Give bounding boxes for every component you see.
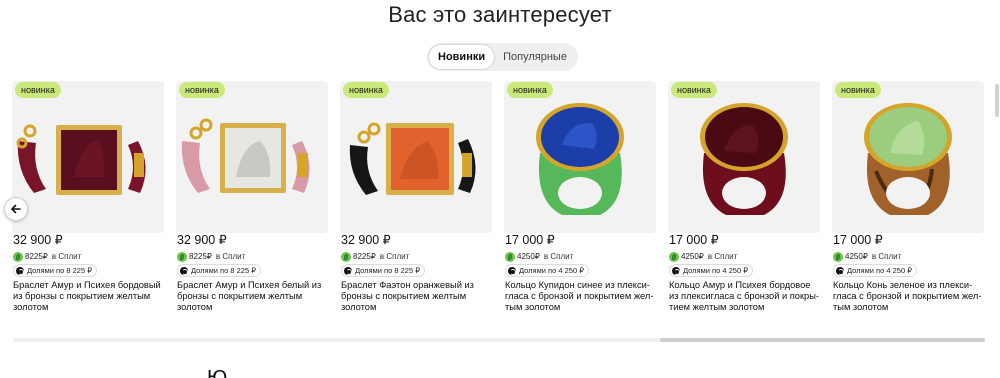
installment-badge[interactable]: Долями по 4 250 ₽ — [505, 264, 589, 277]
product-image[interactable]: новинка — [504, 81, 656, 233]
product-title[interactable]: Браслет Фаэтон оранжевый из бронзы с пок… — [341, 280, 493, 313]
product-title[interactable]: Кольцо Купидон синее из плекси-гласа с б… — [505, 280, 657, 313]
installment-badge[interactable]: Долями по 4 250 ₽ — [833, 264, 917, 277]
cashback-leaf-icon — [505, 251, 515, 262]
new-badge: новинка — [15, 82, 61, 98]
product-card[interactable]: новинка 32 900 ₽ 8225₽ в Сплит Долями по… — [12, 81, 164, 321]
installment-text: Долями по 8 225 ₽ — [355, 266, 420, 275]
split-label: в Сплит — [543, 252, 574, 261]
cashback-leaf-icon — [833, 251, 843, 262]
split-label: в Сплит — [51, 252, 82, 261]
installment-text: Долями по 8 225 ₽ — [191, 266, 256, 275]
cashback-amount: 4250₽ — [517, 252, 540, 261]
split-label: в Сплит — [871, 252, 902, 261]
product-image[interactable]: новинка — [832, 81, 984, 233]
product-card[interactable]: новинка 32 900 ₽ 8225₽ в Сплит Долями по… — [340, 81, 492, 321]
product-carousel: новинка 32 900 ₽ 8225₽ в Сплит Долями по… — [12, 81, 1000, 321]
product-image[interactable]: новинка — [668, 81, 820, 233]
cashback-info: 8225₽ в Сплит — [341, 251, 409, 262]
product-price: 17 000 ₽ — [669, 233, 719, 247]
next-section-heading: Ю — [207, 368, 227, 378]
product-title[interactable]: Кольцо Амур и Психея бордовое из плексиг… — [669, 280, 821, 313]
product-price: 32 900 ₽ — [13, 233, 63, 247]
tab-popular[interactable]: Популярные — [494, 45, 576, 69]
cashback-leaf-icon — [13, 251, 23, 262]
dolyami-icon — [344, 266, 352, 275]
dolyami-icon — [180, 266, 188, 275]
product-card[interactable]: новинка 17 000 ₽ 4250₽ в Сплит Долями по… — [832, 81, 984, 321]
product-image[interactable]: новинка — [340, 81, 492, 233]
installment-text: Долями по 8 225 ₽ — [27, 266, 92, 275]
installment-text: Долями по 4 250 ₽ — [683, 266, 748, 275]
cashback-amount: 8225₽ — [353, 252, 376, 261]
cashback-leaf-icon — [669, 251, 679, 262]
product-card[interactable]: новинка 17 000 ₽ 4250₽ в Сплит Долями по… — [668, 81, 820, 321]
split-label: в Сплит — [707, 252, 738, 261]
carousel-scrollbar[interactable] — [13, 338, 985, 342]
cashback-leaf-icon — [177, 251, 187, 262]
product-price: 32 900 ₽ — [177, 233, 227, 247]
product-title[interactable]: Кольцо Конь зеленое из плекси-гласа с бр… — [833, 280, 985, 313]
product-title[interactable]: Браслет Амур и Психея белый из бронзы с … — [177, 280, 329, 313]
installment-badge[interactable]: Долями по 8 225 ₽ — [177, 264, 261, 277]
product-image[interactable]: новинка — [12, 81, 164, 233]
installment-text: Долями по 4 250 ₽ — [847, 266, 912, 275]
product-card[interactable]: новинка 17 000 ₽ 4250₽ в Сплит Долями по… — [504, 81, 656, 321]
split-label: в Сплит — [379, 252, 410, 261]
installment-badge[interactable]: Долями по 8 225 ₽ — [13, 264, 97, 277]
cashback-info: 8225₽ в Сплит — [13, 251, 81, 262]
dolyami-icon — [672, 266, 680, 275]
product-title[interactable]: Браслет Амур и Психея бордовый из бронзы… — [13, 280, 165, 313]
section-title: Вас это заинтересует — [388, 2, 612, 27]
cashback-amount: 8225₽ — [189, 252, 212, 261]
tab-new[interactable]: Новинки — [429, 45, 495, 69]
dolyami-icon — [836, 266, 844, 275]
dolyami-icon — [16, 266, 24, 275]
tab-switcher: Новинки Популярные — [427, 43, 578, 71]
installment-badge[interactable]: Долями по 8 225 ₽ — [341, 264, 425, 277]
new-badge: новинка — [343, 82, 389, 98]
product-card[interactable]: новинка 32 900 ₽ 8225₽ в Сплит Долями по… — [176, 81, 328, 321]
product-price: 17 000 ₽ — [833, 233, 883, 247]
installment-badge[interactable]: Долями по 4 250 ₽ — [669, 264, 753, 277]
split-label: в Сплит — [215, 252, 246, 261]
product-price: 32 900 ₽ — [341, 233, 391, 247]
arrow-left-icon — [11, 204, 21, 214]
new-badge: новинка — [179, 82, 225, 98]
new-badge: новинка — [835, 82, 881, 98]
cashback-amount: 8225₽ — [25, 252, 48, 261]
new-badge: новинка — [507, 82, 553, 98]
installment-text: Долями по 4 250 ₽ — [519, 266, 584, 275]
product-price: 17 000 ₽ — [505, 233, 555, 247]
product-image[interactable]: новинка — [176, 81, 328, 233]
page-scrollbar-thumb[interactable] — [995, 84, 999, 117]
cashback-info: 4250₽ в Сплит — [669, 251, 737, 262]
cashback-info: 8225₽ в Сплит — [177, 251, 245, 262]
new-badge: новинка — [671, 82, 717, 98]
cashback-amount: 4250₽ — [681, 252, 704, 261]
cashback-info: 4250₽ в Сплит — [833, 251, 901, 262]
cashback-leaf-icon — [341, 251, 351, 262]
carousel-prev-button[interactable] — [4, 197, 28, 221]
cashback-info: 4250₽ в Сплит — [505, 251, 573, 262]
dolyami-icon — [508, 266, 516, 275]
cashback-amount: 4250₽ — [845, 252, 868, 261]
carousel-scrollbar-thumb[interactable] — [660, 338, 985, 342]
